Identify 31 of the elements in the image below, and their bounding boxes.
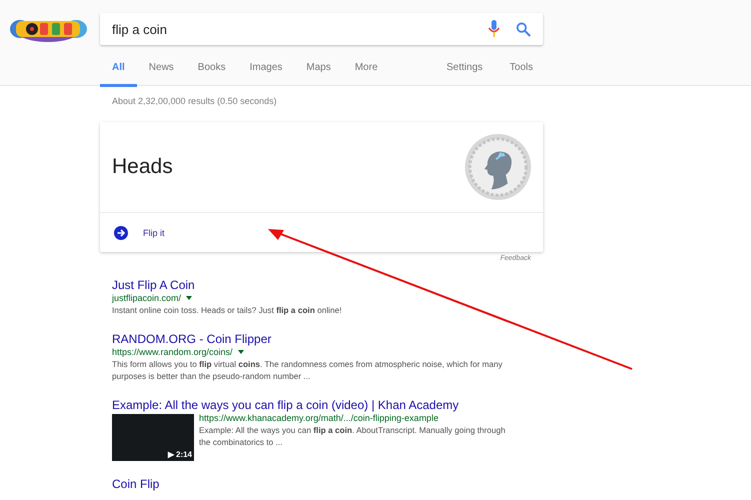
nav-tab[interactable]: News xyxy=(136,58,186,87)
result-url: https://www.khanacademy.org/math/.../coin-flipping-example xyxy=(199,413,438,423)
nav-tab[interactable]: Maps xyxy=(294,58,343,87)
video-thumbnail[interactable]: ▶ 2:14 xyxy=(112,414,194,461)
search-field[interactable]: flip a coin xyxy=(112,22,480,36)
result-stats: About 2,32,00,000 results (0.50 seconds) xyxy=(112,96,278,106)
coin-result: Heads xyxy=(112,155,173,179)
nav-tab[interactable]: All xyxy=(100,58,137,87)
flip-it-link[interactable]: Flip it xyxy=(143,228,165,238)
search-bar[interactable]: flip a coin xyxy=(100,13,543,45)
arrow-icon[interactable] xyxy=(114,226,128,240)
nav-link[interactable]: Settings xyxy=(430,58,493,87)
result-snippet: Instant online coin toss. Heads or tails? Just flip a coin online! xyxy=(112,304,343,316)
result-url: justflipacoin.com/ xyxy=(112,293,182,303)
result-title-link[interactable]: Just Flip A Coin xyxy=(112,278,751,292)
result-title-link[interactable]: Coin Flip xyxy=(112,477,751,491)
caret-icon[interactable] xyxy=(238,350,244,354)
result-title-link[interactable]: Example: All the ways you can flip a coin (video) | Khan Academy xyxy=(112,398,751,412)
coin-icon xyxy=(464,133,532,201)
caret-icon[interactable] xyxy=(186,296,192,300)
video-duration: ▶ 2:14 xyxy=(168,450,193,461)
nav-link[interactable]: Tools xyxy=(492,58,543,87)
nav-tab[interactable]: Books xyxy=(186,58,238,87)
nav-tab[interactable]: More xyxy=(342,58,390,87)
result-url: https://www.random.org/coins/ xyxy=(112,347,233,357)
result-title-link[interactable]: RANDOM.ORG - Coin Flipper xyxy=(112,332,751,346)
search-icon[interactable] xyxy=(516,22,531,36)
microphone-icon[interactable] xyxy=(488,20,500,38)
result-snippet: This form allows you to flip virtual coins. The randomness comes from atmospheric noise, which for many purposes is better than the pseudo-random number ... xyxy=(112,358,504,382)
result-snippet: Example: All the ways you can flip a coin. AboutTranscript. Manually going through the combinatorics to ... xyxy=(199,424,506,448)
nav-tab[interactable]: Images xyxy=(238,58,294,87)
